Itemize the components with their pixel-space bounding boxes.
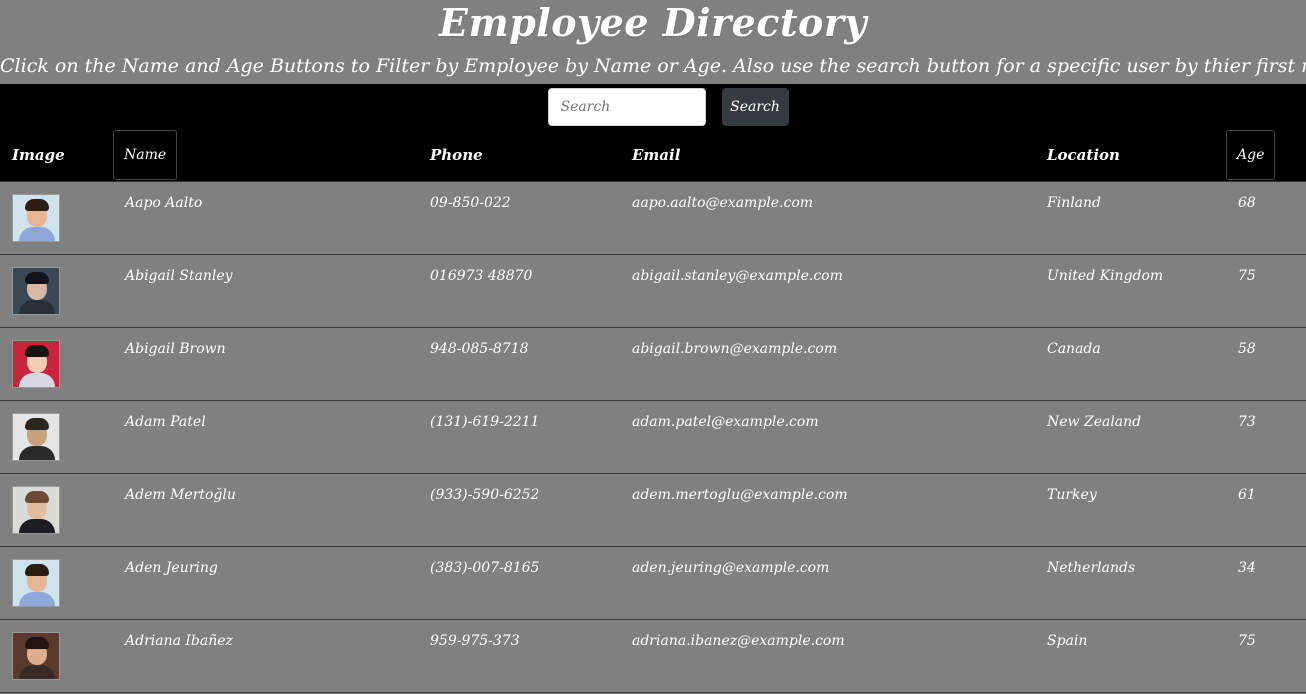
column-header-name: Name (113, 130, 418, 182)
employee-email: adem.mertoglu@example.com (632, 486, 848, 503)
employee-email: adriana.ibanez@example.com (632, 632, 845, 649)
employee-avatar (12, 412, 60, 461)
employee-phone: 959-975-373 (430, 632, 520, 649)
table-header: Image Name Phone Email Location Age (0, 130, 1306, 182)
employee-avatar (12, 266, 60, 315)
employee-avatar (12, 193, 60, 242)
employee-image-cell (0, 254, 113, 327)
column-header-email: Email (620, 130, 1035, 182)
employee-location: Canada (1047, 340, 1101, 357)
employee-age: 61 (1238, 486, 1256, 503)
search-bar: Search (0, 84, 1306, 130)
employee-email: adam.patel@example.com (632, 413, 819, 430)
table-row: Adem Mertoğlu (933)-590-6252 adem.mertoglu… (0, 473, 1306, 546)
sort-by-age-button[interactable]: Age (1226, 130, 1276, 181)
employee-phone: 016973 48870 (430, 267, 533, 284)
employee-name: Aden Jeuring (125, 559, 218, 576)
employee-image-cell (0, 619, 113, 692)
employee-image-cell (0, 546, 113, 619)
employee-email: abigail.brown@example.com (632, 340, 838, 357)
employee-name: Aapo Aalto (125, 194, 203, 211)
table-row: Abigail Brown 948-085-8718 abigail.brown@e… (0, 327, 1306, 400)
employee-location: United Kingdom (1047, 267, 1164, 284)
employee-location: New Zealand (1047, 413, 1142, 430)
page-subtitle: Click on the Name and Age Buttons to Fil… (0, 55, 1306, 77)
employee-phone: (383)-007-8165 (430, 559, 540, 576)
employee-location: Finland (1047, 194, 1102, 211)
employee-table: Image Name Phone Email Location Age Aapo… (0, 130, 1306, 693)
column-header-image: Image (0, 130, 113, 182)
column-header-phone: Phone (418, 130, 620, 182)
table-body: Aapo Aalto 09-850-022 aapo.aalto@example.c… (0, 181, 1306, 692)
employee-location: Spain (1047, 632, 1088, 649)
employee-age: 58 (1238, 340, 1256, 357)
employee-email: aapo.aalto@example.com (632, 194, 814, 211)
employee-phone: (933)-590-6252 (430, 486, 540, 503)
employee-phone: 09-850-022 (430, 194, 511, 211)
employee-image-cell (0, 473, 113, 546)
employee-age: 73 (1238, 413, 1256, 430)
column-header-age: Age (1226, 130, 1306, 182)
employee-location: Turkey (1047, 486, 1097, 503)
table-row: Adam Patel (131)-619-2211 adam.patel@examp… (0, 400, 1306, 473)
employee-age: 34 (1238, 559, 1256, 576)
employee-location: Netherlands (1047, 559, 1136, 576)
employee-name: Abigail Stanley (125, 267, 233, 284)
page: Employee Directory Click on the Name and… (0, 0, 1306, 694)
sort-by-name-button[interactable]: Name (113, 130, 178, 181)
employee-age: 68 (1238, 194, 1256, 211)
search-button[interactable]: Search (721, 88, 789, 126)
employee-image-cell (0, 400, 113, 473)
employee-image-cell (0, 327, 113, 400)
table-row: Abigail Stanley 016973 48870 abigail.stanl… (0, 254, 1306, 327)
page-header: Employee Directory Click on the Name and… (0, 0, 1306, 84)
employee-email: aden.jeuring@example.com (632, 559, 830, 576)
employee-avatar (12, 558, 60, 607)
employee-name: Adem Mertoğlu (125, 486, 236, 503)
employee-phone: (131)-619-2211 (430, 413, 540, 430)
employee-avatar (12, 339, 60, 388)
employee-name: Abigail Brown (125, 340, 226, 357)
column-header-location: Location (1035, 130, 1226, 182)
search-input[interactable] (547, 88, 706, 126)
table-header-row: Image Name Phone Email Location Age (0, 130, 1306, 182)
employee-name: Adam Patel (125, 413, 206, 430)
table-row: Aapo Aalto 09-850-022 aapo.aalto@example.c… (0, 181, 1306, 254)
employee-image-cell (0, 181, 113, 254)
employee-name: Adriana Ibañez (125, 632, 233, 649)
employee-avatar (12, 631, 60, 680)
employee-phone: 948-085-8718 (430, 340, 529, 357)
employee-email: abigail.stanley@example.com (632, 267, 843, 284)
page-title: Employee Directory (439, 0, 867, 45)
employee-avatar (12, 485, 60, 534)
table-row: Adriana Ibañez 959-975-373 adriana.ibanez@… (0, 619, 1306, 692)
employee-age: 75 (1238, 267, 1256, 284)
employee-age: 75 (1238, 632, 1256, 649)
table-row: Aden Jeuring (383)-007-8165 aden.jeuring@e… (0, 546, 1306, 619)
